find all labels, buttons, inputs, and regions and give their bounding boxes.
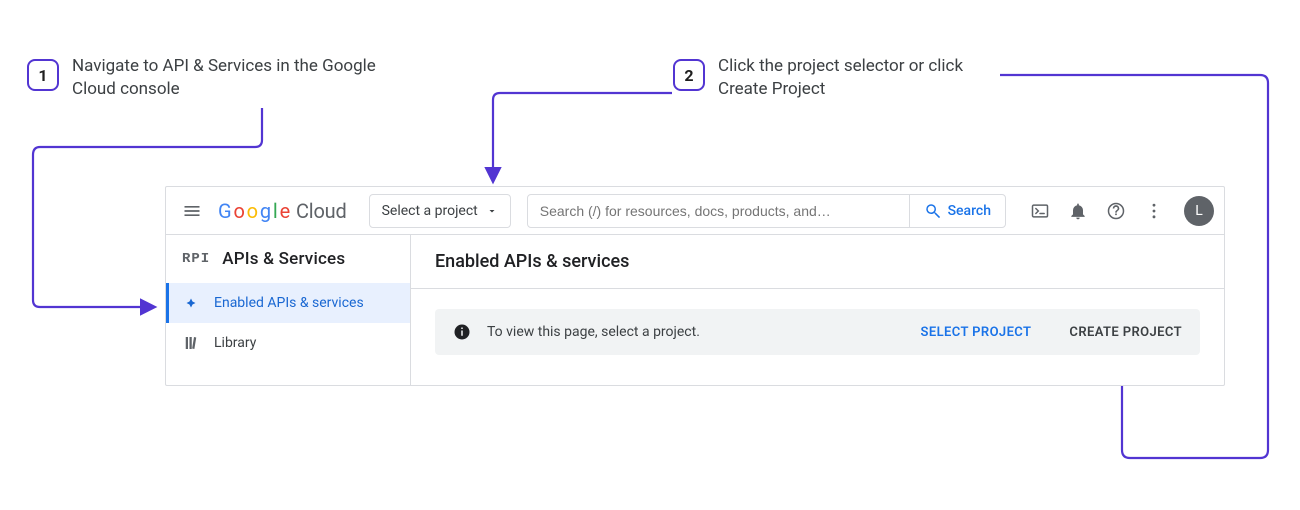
step-1-text: Navigate to API & Services in the Google… (72, 55, 392, 101)
create-project-button[interactable]: CREATE PROJECT (1069, 325, 1182, 340)
sidebar-title: RPI APIs & Services (166, 235, 410, 283)
gcloud-console-window: Google Cloud Select a project Search (165, 186, 1225, 386)
search-button-label: Search (948, 203, 991, 219)
sidebar-item-enabled-apis[interactable]: Enabled APIs & services (166, 283, 410, 323)
library-icon (182, 334, 200, 352)
avatar[interactable]: L (1184, 196, 1214, 226)
api-glyph-icon: RPI (182, 251, 210, 267)
cloud-shell-icon[interactable] (1028, 199, 1052, 223)
top-icons: L (1028, 196, 1214, 226)
console-topbar: Google Cloud Select a project Search (166, 187, 1224, 235)
project-selector-button[interactable]: Select a project (369, 194, 511, 228)
search-button[interactable]: Search (909, 195, 1005, 227)
main-panel: Enabled APIs & services To view this pag… (411, 235, 1224, 385)
sidebar-item-label: Library (214, 335, 256, 351)
step-2-text: Click the project selector or click Crea… (718, 55, 998, 101)
hamburger-icon[interactable] (180, 199, 204, 223)
console-body: RPI APIs & Services Enabled APIs & servi… (166, 235, 1224, 385)
step-1-badge: 1 (27, 59, 59, 91)
sidebar-item-library[interactable]: Library (166, 323, 410, 363)
sidebar: RPI APIs & Services Enabled APIs & servi… (166, 235, 411, 385)
enabled-apis-icon (182, 294, 200, 312)
step-2-badge: 2 (673, 59, 705, 91)
select-project-button[interactable]: SELECT PROJECT (921, 325, 1032, 340)
project-selector-label: Select a project (382, 203, 478, 219)
brand-cloud-label: Cloud (296, 199, 347, 223)
info-icon (453, 323, 471, 341)
more-icon[interactable] (1142, 199, 1166, 223)
search-icon (924, 202, 942, 220)
caret-down-icon (486, 205, 498, 217)
search-input[interactable] (528, 195, 909, 227)
help-icon[interactable] (1104, 199, 1128, 223)
notifications-icon[interactable] (1066, 199, 1090, 223)
search-box[interactable]: Search (527, 194, 1006, 228)
select-project-notice: To view this page, select a project. SEL… (435, 309, 1200, 355)
brand-logo[interactable]: Google Cloud (218, 199, 347, 223)
sidebar-section-label: APIs & Services (222, 249, 345, 269)
notice-text: To view this page, select a project. (487, 324, 905, 340)
page-title: Enabled APIs & services (411, 235, 1224, 289)
sidebar-item-label: Enabled APIs & services (214, 295, 364, 311)
